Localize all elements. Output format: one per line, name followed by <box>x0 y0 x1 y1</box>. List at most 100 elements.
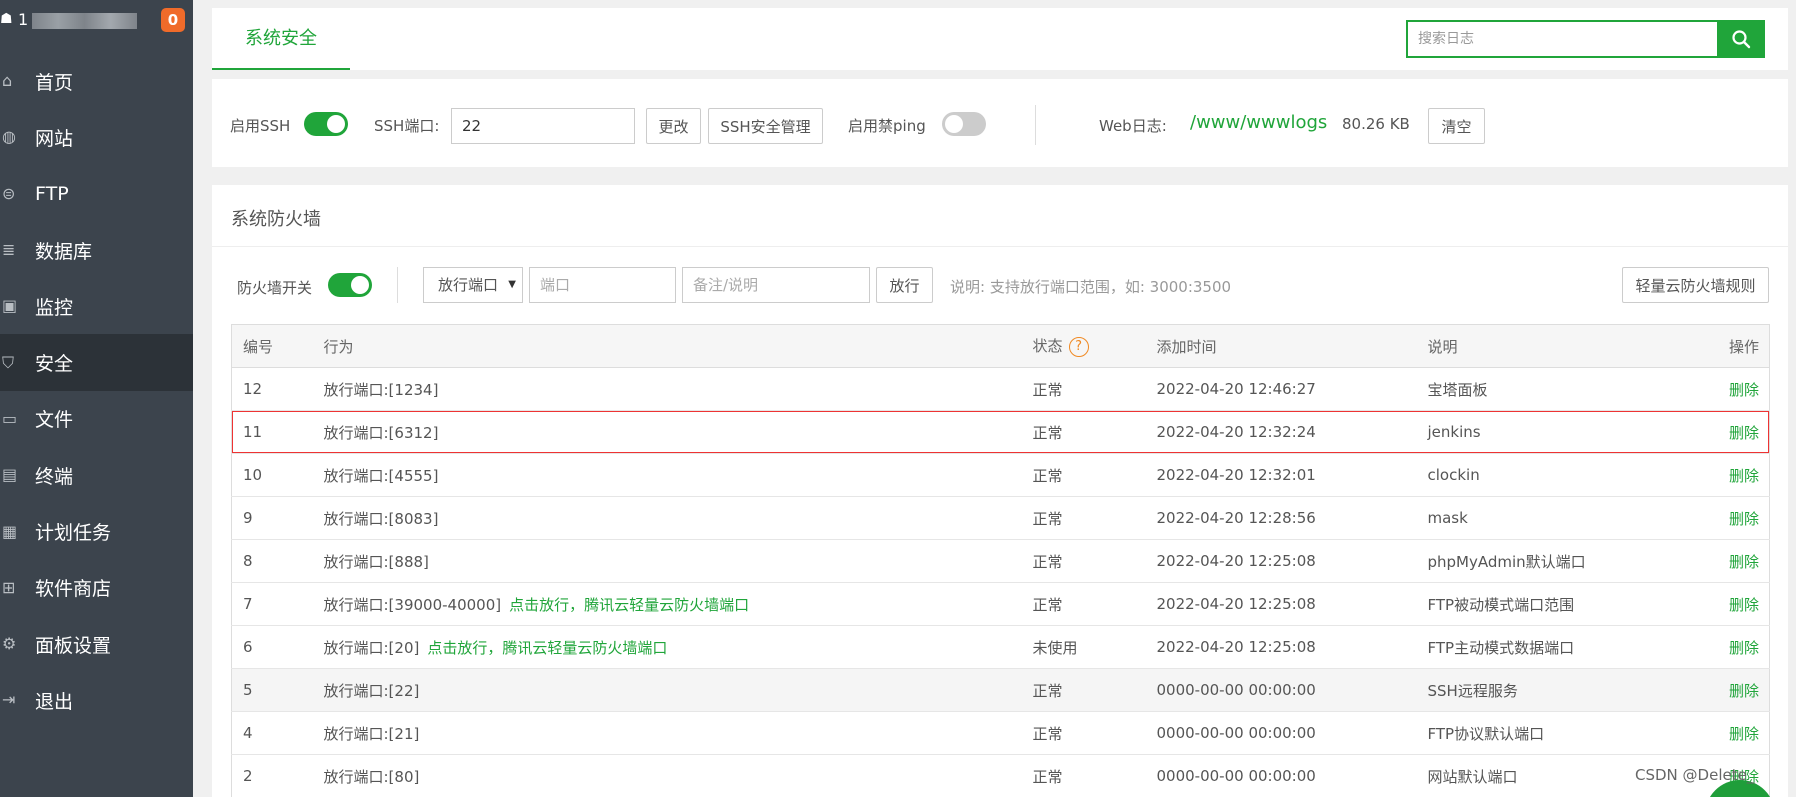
remark-input[interactable] <box>682 267 870 303</box>
sidebar-item-10[interactable]: ⚙ 面板设置 <box>0 616 193 672</box>
rule-action: 放行端口:[21] <box>312 711 1022 755</box>
rule-id: 11 <box>231 410 313 454</box>
rule-description: FTP主动模式数据端口 <box>1416 625 1702 669</box>
rule-added-time: 2022-04-20 12:25:08 <box>1145 625 1417 669</box>
sidebar-header: ☗ 1 0 <box>0 0 193 42</box>
rule-description: phpMyAdmin默认端口 <box>1416 539 1702 583</box>
column-header-status[interactable]: 状态? <box>1021 324 1146 368</box>
rule-status: 正常 <box>1021 539 1146 583</box>
rule-id: 8 <box>231 539 313 583</box>
cloud-firewall-allow-link[interactable]: 点击放行，腾讯云轻量云防火墙端口 <box>427 639 667 657</box>
column-header-action[interactable]: 行为 <box>312 324 1022 368</box>
rule-id: 5 <box>231 668 313 712</box>
web-log-path-link[interactable]: /www/wwwlogs <box>1190 112 1327 133</box>
rule-status: 正常 <box>1021 754 1146 797</box>
sidebar-nav: ⌂ 首页 ◍ 网站 ⊜ FTP ≣ 数据库 ▣ 监控 ⛉ 安全 ▭ 文件 ▤ 终端 ▦ 计划任务 ⊞ 软件商店 ⚙ 面板设… <box>0 53 193 729</box>
allow-port-button[interactable]: 放行 <box>876 267 933 303</box>
firewall-switch-toggle[interactable] <box>328 273 372 297</box>
sidebar-item-3[interactable]: ≣ 数据库 <box>0 222 193 278</box>
server-icon: ☗ <box>0 11 13 27</box>
sidebar-item-label: 终端 <box>35 465 74 488</box>
delete-rule-link[interactable]: 删除 <box>1701 625 1770 669</box>
clear-log-button[interactable]: 清空 <box>1428 108 1485 144</box>
watermark: CSDN @Delete_ <box>1635 766 1755 784</box>
action-select[interactable]: 放行端口 ▼ <box>423 267 523 303</box>
tab-system-security[interactable]: 系统安全 <box>212 8 350 70</box>
rule-action-text: 放行端口:[22] <box>323 681 420 700</box>
help-icon[interactable]: ? <box>1068 336 1089 357</box>
rule-action-text: 放行端口:[39000-40000] <box>323 595 502 614</box>
rule-action-text: 放行端口:[21] <box>323 724 420 743</box>
logout-icon: ⇥ <box>2 690 16 710</box>
delete-rule-link[interactable]: 删除 <box>1701 453 1770 497</box>
delete-rule-link[interactable]: 删除 <box>1701 582 1770 626</box>
notification-badge[interactable]: 0 <box>161 8 185 32</box>
search-log-input[interactable] <box>1406 20 1717 58</box>
delete-rule-link[interactable]: 删除 <box>1701 668 1770 712</box>
enable-ssh-toggle[interactable] <box>304 112 348 136</box>
rule-added-time: 2022-04-20 12:25:08 <box>1145 582 1417 626</box>
apps-icon: ⊞ <box>2 577 16 597</box>
port-input[interactable] <box>529 267 676 303</box>
rule-action: 放行端口:[4555] <box>312 453 1022 497</box>
ssh-port-label: SSH端口: <box>374 117 440 135</box>
delete-rule-link[interactable]: 删除 <box>1701 496 1770 540</box>
sidebar-item-9[interactable]: ⊞ 软件商店 <box>0 560 193 616</box>
firewall-switch-label: 防火墙开关 <box>237 279 313 297</box>
rule-status: 正常 <box>1021 668 1146 712</box>
search-button[interactable] <box>1717 20 1765 58</box>
table-row: 9 放行端口:[8083] 正常 2022-04-20 12:28:56 mask 删除 <box>231 496 1770 540</box>
rule-action-text: 放行端口:[4555] <box>323 466 439 485</box>
delete-rule-link[interactable]: 删除 <box>1701 410 1770 454</box>
ssh-security-manage-button[interactable]: SSH安全管理 <box>708 108 823 144</box>
column-header-added-time[interactable]: 添加时间 <box>1145 324 1417 368</box>
sidebar-item-1[interactable]: ◍ 网站 <box>0 109 193 165</box>
sidebar-item-6[interactable]: ▭ 文件 <box>0 391 193 447</box>
ssh-port-input[interactable] <box>451 108 635 144</box>
delete-rule-link[interactable]: 删除 <box>1701 539 1770 583</box>
firewall-title: 系统防火墙 <box>231 209 321 230</box>
sidebar-item-11[interactable]: ⇥ 退出 <box>0 672 193 728</box>
port-range-note: 说明: 支持放行端口范围，如: 3000:3500 <box>950 278 1232 296</box>
sidebar-item-4[interactable]: ▣ 监控 <box>0 278 193 334</box>
disable-ping-label: 启用禁ping <box>848 117 926 135</box>
chevron-down-icon: ▼ <box>508 279 516 290</box>
cloud-firewall-allow-link[interactable]: 点击放行，腾讯云轻量云防火墙端口 <box>509 596 749 614</box>
rule-action: 放行端口:[39000-40000] 点击放行，腾讯云轻量云防火墙端口 <box>312 582 1022 626</box>
rule-added-time: 2022-04-20 12:46:27 <box>1145 367 1417 411</box>
sidebar-item-label: 退出 <box>35 690 74 713</box>
column-header-id[interactable]: 编号 <box>231 324 313 368</box>
rule-action: 放行端口:[22] <box>312 668 1022 712</box>
rule-id: 7 <box>231 582 313 626</box>
rule-action-text: 放行端口:[80] <box>323 767 420 786</box>
change-port-button[interactable]: 更改 <box>646 108 701 144</box>
host-name-redacted <box>32 13 137 29</box>
rule-id: 12 <box>231 367 313 411</box>
sidebar-item-0[interactable]: ⌂ 首页 <box>0 53 193 109</box>
table-header-row: 编号 行为 状态? 添加时间 说明 操作 <box>231 324 1770 368</box>
table-row: 8 放行端口:[888] 正常 2022-04-20 12:25:08 phpMyAdm… <box>231 539 1770 583</box>
sidebar-item-label: 安全 <box>35 353 74 376</box>
firewall-panel: 系统防火墙 防火墙开关 放行端口 ▼ 放行 说明: 支持放行端口范围，如: 30… <box>212 185 1788 797</box>
rule-added-time: 2022-04-20 12:32:01 <box>1145 453 1417 497</box>
sidebar-item-8[interactable]: ▦ 计划任务 <box>0 503 193 559</box>
rule-status: 正常 <box>1021 711 1146 755</box>
rule-added-time: 2022-04-20 12:28:56 <box>1145 496 1417 540</box>
globe-icon: ◍ <box>2 127 16 147</box>
sidebar-item-7[interactable]: ▤ 终端 <box>0 447 193 503</box>
sidebar-item-5[interactable]: ⛉ 安全 <box>0 334 193 391</box>
divider <box>397 267 398 303</box>
rule-added-time: 2022-04-20 12:25:08 <box>1145 539 1417 583</box>
table-row: 4 放行端口:[21] 正常 0000-00-00 00:00:00 FTP协议默认端口… <box>231 711 1770 755</box>
terminal-icon: ▤ <box>2 465 18 485</box>
delete-rule-link[interactable]: 删除 <box>1701 367 1770 411</box>
sidebar-item-label: 面板设置 <box>35 634 112 657</box>
rule-status: 正常 <box>1021 453 1146 497</box>
lightweight-firewall-rules-button[interactable]: 轻量云防火墙规则 <box>1622 267 1769 303</box>
sidebar-item-2[interactable]: ⊜ FTP <box>0 166 193 222</box>
rule-description: SSH远程服务 <box>1416 668 1702 712</box>
delete-rule-link[interactable]: 删除 <box>1701 711 1770 755</box>
rule-action: 放行端口:[6312] <box>312 410 1022 454</box>
sidebar-item-label: 监控 <box>35 296 74 319</box>
disable-ping-toggle[interactable] <box>942 112 986 136</box>
